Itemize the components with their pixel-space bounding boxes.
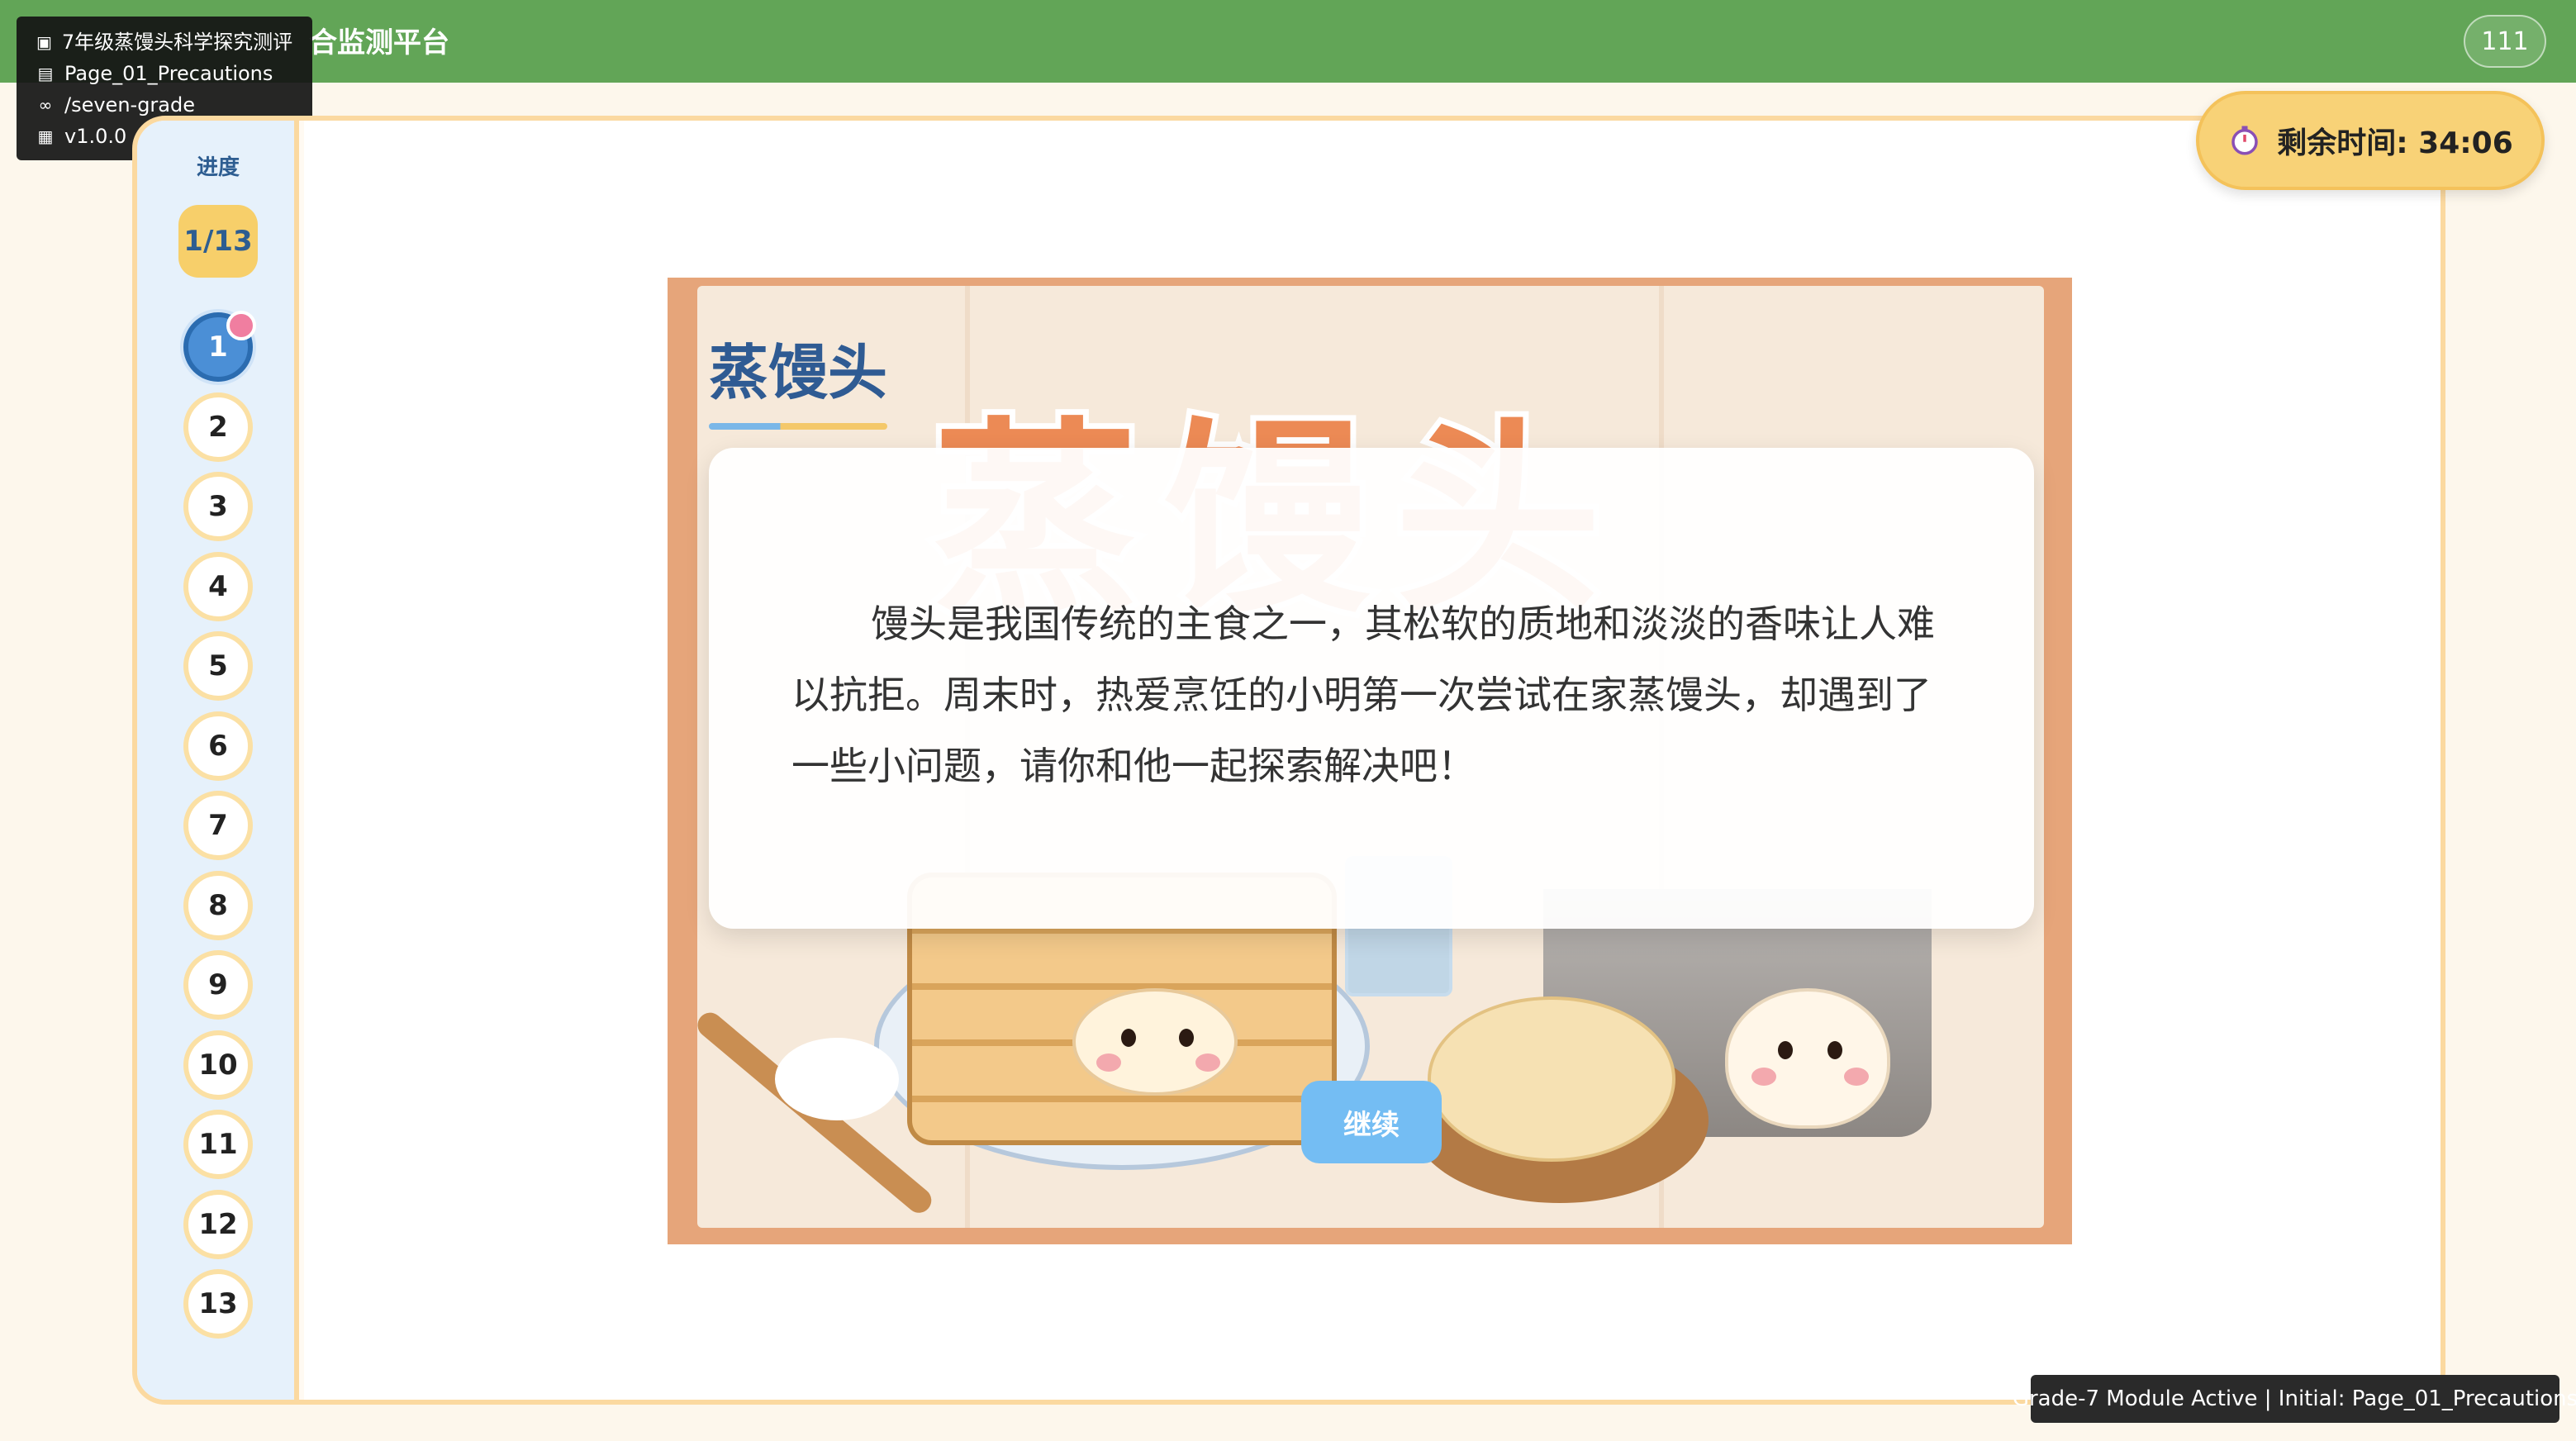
step-2-button[interactable]: 2 (183, 392, 253, 462)
clipboard-icon: ▦ (37, 126, 54, 146)
title-underline (709, 423, 887, 430)
top-bar: 合监测平台 111 (0, 0, 2576, 83)
file-icon: ▤ (37, 64, 54, 83)
step-6-button[interactable]: 6 (183, 711, 253, 781)
intro-card: 馒头是我国传统的主食之一，其松软的质地和淡淡的香味让人难以抗拒。周末时，热爱烹饪… (709, 448, 2034, 929)
step-4-button[interactable]: 4 (183, 551, 253, 621)
flour-pile (775, 1038, 899, 1120)
step-9-button[interactable]: 9 (183, 950, 253, 1020)
page-title: 蒸馒头 (709, 338, 888, 407)
debug-version: v1.0.0 (64, 125, 127, 148)
debug-project: 7年级蒸馒头科学探究测评 (61, 31, 293, 54)
step-7-button[interactable]: 7 (183, 791, 253, 860)
step-5-button[interactable]: 5 (183, 631, 253, 701)
progress-label: 进度 (196, 155, 240, 180)
current-step-indicator (226, 311, 256, 340)
link-icon: ∞ (38, 95, 53, 115)
user-id-badge[interactable]: 111 (2464, 15, 2546, 68)
dough-ball (1428, 996, 1675, 1162)
step-12-button[interactable]: 12 (183, 1189, 253, 1259)
step-13-button[interactable]: 13 (183, 1269, 253, 1339)
status-bar: Grade-7 Module Active | Initial: Page_01… (2013, 1375, 2576, 1423)
step-8-button[interactable]: 8 (183, 870, 253, 940)
debug-page: Page_01_Precautions (64, 62, 273, 85)
step-1-button[interactable]: 1 (183, 311, 256, 382)
stopwatch-icon (2231, 126, 2258, 155)
step-3-button[interactable]: 3 (183, 472, 253, 541)
progress-sidebar: 进度 1/13 1 2 3 4 5 6 7 8 9 10 11 12 13 (137, 121, 299, 1400)
baozi-character (1725, 988, 1890, 1129)
timer-label: 剩余时间: 34:06 (2277, 126, 2513, 160)
platform-title: 合监测平台 (309, 26, 449, 59)
step-11-button[interactable]: 11 (183, 1110, 253, 1179)
countdown-timer: 剩余时间: 34:06 (2196, 91, 2545, 190)
progress-counter-badge: 1/13 (178, 205, 258, 278)
bun-character (1072, 988, 1238, 1096)
package-icon: ▣ (36, 32, 52, 52)
step-10-button[interactable]: 10 (183, 1030, 253, 1100)
intro-text: 馒头是我国传统的主食之一，其松软的质地和淡淡的香味让人难以抗拒。周末时，热爱烹饪… (791, 602, 1935, 788)
continue-button[interactable]: 继续 (1301, 1081, 1442, 1163)
